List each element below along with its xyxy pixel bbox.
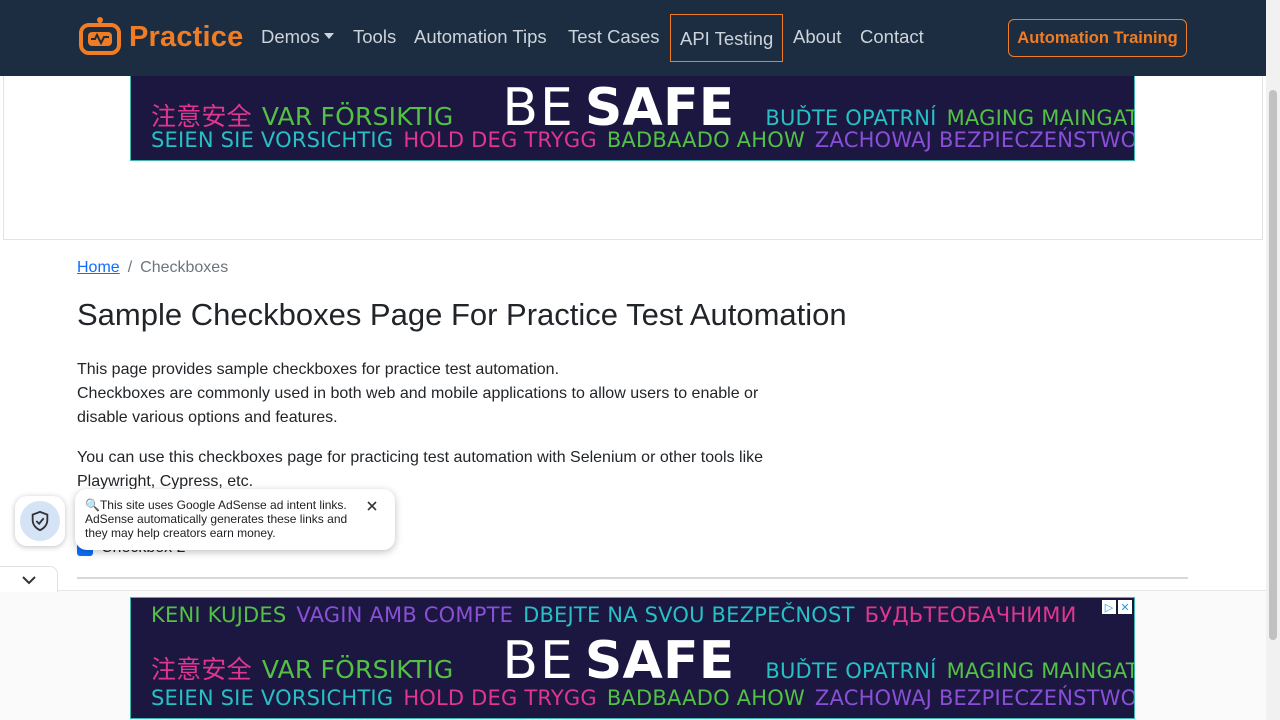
chevron-down-icon <box>21 575 36 584</box>
chevron-down-icon <box>323 33 334 39</box>
automation-training-button[interactable]: Automation Training <box>1008 19 1187 57</box>
ad-choices[interactable]: ▷ ✕ <box>1102 600 1132 614</box>
close-ad-icon[interactable]: ✕ <box>1118 600 1132 614</box>
breadcrumb-current: Checkboxes <box>140 259 229 276</box>
nav-about[interactable]: About <box>793 26 841 48</box>
ad-text: SEIEN SIE VORSICHTIG <box>151 128 394 152</box>
nav-demos-label: Demos <box>261 26 320 47</box>
scrollbar-thumb[interactable] <box>1269 90 1277 640</box>
breadcrumb-home-link[interactable]: Home <box>77 259 120 276</box>
ad-text: MAGING MAINGAT <box>946 659 1135 683</box>
ad-text: VAR FÖRSIKTIG <box>261 655 454 684</box>
ad-text: KENI KUJDES <box>151 603 287 627</box>
ad-text: ZACHOWAJ BEZPIECZEŃSTWO <box>814 686 1135 710</box>
intro-line-2: Checkboxes are commonly used in both web… <box>77 385 759 426</box>
close-icon[interactable] <box>365 499 379 513</box>
brand-name: Practice <box>129 20 244 53</box>
ad-text: MAGING MAINGAT <box>946 106 1135 130</box>
ad-row-3: SEIEN SIE VORSICHTIG HOLD DEG TRYGG BADBAA… <box>151 686 1135 710</box>
ad-row-2: 注意安全 VAR FÖRSIKTIG BE SAFE BUĎTE OPATRNÍ MA… <box>151 631 1135 691</box>
ad-text: BUĎTE OPATRNÍ <box>765 106 937 130</box>
robot-icon <box>79 17 121 55</box>
privacy-shield-button[interactable] <box>15 496 65 546</box>
brand-logo[interactable]: Practice <box>77 14 243 60</box>
ad-text: VAR FÖRSIKTIG <box>261 102 454 131</box>
ad-text: 注意安全 <box>151 102 252 131</box>
usage-paragraph: You can use this checkboxes page for pra… <box>77 449 764 490</box>
bottom-ad-banner[interactable]: KENI KUJDES VAGIN AMB COMPTE DBEJTE NA SVO… <box>130 597 1135 719</box>
ad-row-3: SEIEN SIE VORSICHTIG HOLD DEG TRYGG BADBAA… <box>151 128 1135 152</box>
intro-paragraph: This page provides sample checkboxes for… <box>77 358 797 430</box>
breadcrumb: Home / Checkboxes <box>77 259 228 277</box>
scrollbar[interactable] <box>1266 0 1280 720</box>
ad-text: BADBAADO AHOW <box>606 686 805 710</box>
ad-text: HOLD DEG TRYGG <box>403 128 597 152</box>
nav-automation-tips[interactable]: Automation Tips <box>414 26 547 48</box>
nav-api-testing[interactable]: API Testing <box>670 14 784 62</box>
ad-text: 注意安全 <box>151 655 252 684</box>
ad-text: БУДЬТЕОБАЧНИМИ <box>864 603 1077 627</box>
ad-text: BUĎTE OPATRNÍ <box>765 659 937 683</box>
page-title: Sample Checkboxes Page For Practice Test… <box>77 297 847 332</box>
nav-demos[interactable]: Demos <box>261 26 334 48</box>
adsense-info-popup: 🔍This site uses Google AdSense ad intent… <box>75 489 395 550</box>
ad-row-1: KENI KUJDES VAGIN AMB COMPTE DBEJTE NA SVO… <box>151 603 1134 627</box>
popup-text: 🔍This site uses Google AdSense ad intent… <box>85 498 348 540</box>
divider <box>77 577 1188 579</box>
ad-text: ZACHOWAJ BEZPIECZEŃSTWO <box>814 128 1135 152</box>
ad-be: BE <box>502 631 575 691</box>
top-ad-banner[interactable]: 注意安全 VAR FÖRSIKTIG BE SAFE BUĎTE OPATRNÍ MA… <box>130 76 1135 161</box>
navbar: Practice Demos Tools Automation Tips Tes… <box>0 0 1266 76</box>
collapse-ad-button[interactable] <box>0 566 58 592</box>
nav-test-cases[interactable]: Test Cases <box>568 26 660 48</box>
adchoices-icon[interactable]: ▷ <box>1102 600 1116 614</box>
ad-text: SEIEN SIE VORSICHTIG <box>151 686 394 710</box>
shield-check-icon <box>31 510 49 532</box>
ad-text: BADBAADO AHOW <box>606 128 805 152</box>
breadcrumb-separator: / <box>127 259 133 276</box>
shield-icon-wrapper <box>20 501 60 541</box>
ad-safe: SAFE <box>584 631 735 691</box>
nav-tools[interactable]: Tools <box>353 26 396 48</box>
nav-contact[interactable]: Contact <box>860 26 924 48</box>
ad-text: VAGIN AMB COMPTE <box>296 603 514 627</box>
ad-text: HOLD DEG TRYGG <box>403 686 597 710</box>
intro-line-1: This page provides sample checkboxes for… <box>77 361 560 378</box>
ad-text: DBEJTE NA SVOU BEZPEČNOST <box>523 603 855 627</box>
